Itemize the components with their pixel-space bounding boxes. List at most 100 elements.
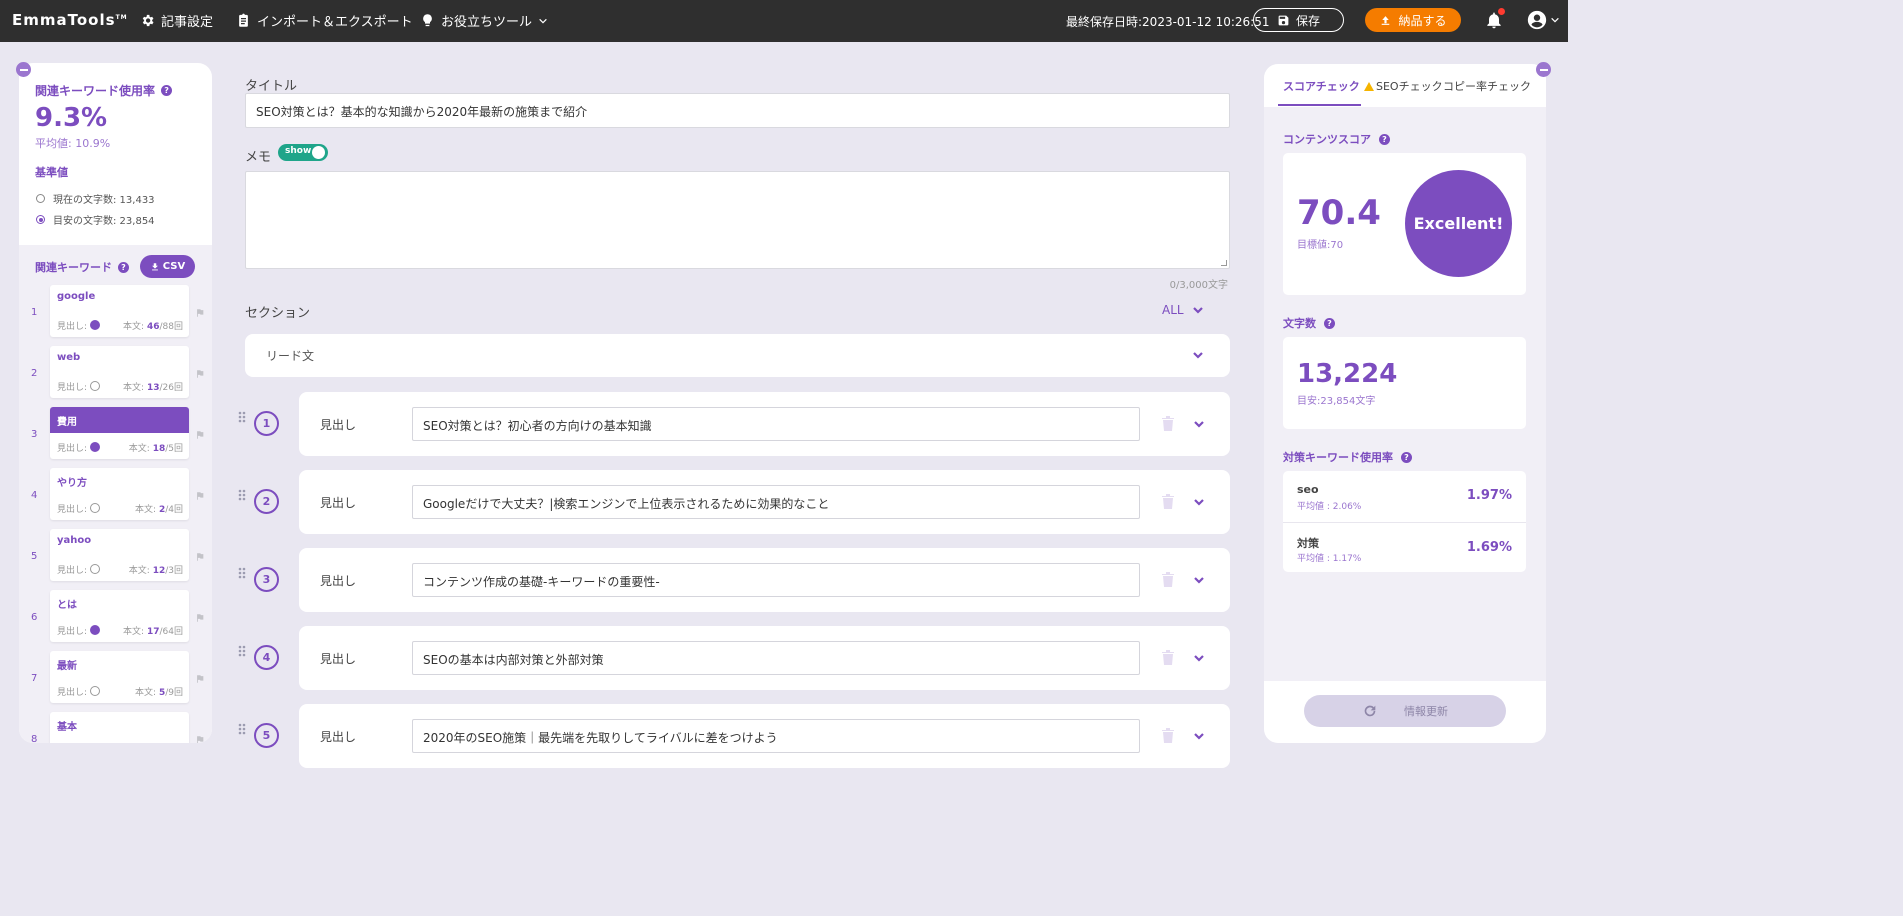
resize-handle[interactable] — [1221, 260, 1227, 266]
target-keyword-rate: 1.97% — [1466, 488, 1512, 503]
tab-seo-check[interactable]: SEOチェック — [1364, 78, 1443, 94]
tab-seo-check-label: SEOチェック — [1376, 80, 1443, 93]
keyword-item[interactable]: 2 web 見出し: 本文: 13/26回 — [19, 346, 212, 402]
notification-bell[interactable] — [1484, 8, 1505, 30]
flag-icon[interactable] — [195, 307, 205, 322]
expand-all-dropdown[interactable]: ALL — [1162, 303, 1204, 317]
memo-show-toggle[interactable]: show — [278, 144, 328, 161]
active-tab-indicator — [1278, 104, 1361, 106]
help-icon[interactable]: ? — [1324, 317, 1335, 329]
tab-copy-check[interactable]: コピー率チェック — [1443, 78, 1531, 94]
drag-handle-icon[interactable] — [238, 489, 246, 505]
heading-input[interactable]: SEOの基本は内部対策と外部対策 — [412, 641, 1140, 675]
nav-article-settings[interactable]: 記事設定 — [140, 11, 213, 30]
flag-icon[interactable] — [195, 368, 205, 383]
trash-icon[interactable] — [1161, 415, 1175, 435]
chevron-down-icon[interactable] — [1193, 652, 1205, 664]
keyword-card[interactable]: 基本 — [50, 712, 189, 743]
usage-average: 平均値: 10.9% — [35, 137, 111, 150]
keyword-card[interactable]: yahoo 見出し: 本文: 12/3回 — [50, 529, 189, 581]
flag-icon[interactable] — [195, 612, 205, 627]
account-menu[interactable] — [1526, 9, 1560, 31]
download-icon — [151, 262, 158, 270]
keyword-item[interactable]: 7 最新 見出し: 本文: 5/9回 — [19, 651, 212, 707]
radio-target[interactable] — [36, 215, 45, 224]
trash-icon[interactable] — [1161, 649, 1175, 669]
option-current-length[interactable]: 現在の文字数: 13,433 — [36, 191, 155, 206]
keyword-card[interactable]: web 見出し: 本文: 13/26回 — [50, 346, 189, 398]
collapse-left-panel-button[interactable] — [16, 62, 31, 77]
chevron-down-icon[interactable] — [1193, 496, 1205, 508]
keyword-card[interactable]: 費用 見出し: 本文: 18/5回 — [50, 407, 189, 459]
heading-input[interactable]: コンテンツ作成の基礎-キーワードの重要性- — [412, 563, 1140, 597]
chevron-down-icon — [1551, 17, 1559, 23]
drag-handle-icon[interactable] — [238, 723, 246, 739]
flag-icon[interactable] — [195, 551, 205, 566]
keyword-item[interactable]: 1 google 見出し: 本文: 46/88回 — [19, 285, 212, 341]
keyword-body-count: 本文: 13/26回 — [123, 380, 183, 393]
tab-score-check[interactable]: スコアチェック — [1283, 78, 1360, 94]
flag-icon[interactable] — [195, 429, 205, 444]
csv-download-button[interactable]: CSV — [140, 255, 195, 278]
heading-input[interactable]: 2020年のSEO施策｜最先端を先取りしてライバルに差をつけよう — [412, 719, 1140, 753]
radio-current[interactable] — [36, 194, 45, 203]
chevron-down-icon[interactable] — [1193, 730, 1205, 742]
keyword-stats: 見出し: 本文: 46/88回 — [57, 319, 183, 332]
title-input[interactable]: SEO対策とは？基本的な知識から2020年最新の施策まで紹介 — [245, 93, 1230, 128]
trash-icon[interactable] — [1161, 727, 1175, 747]
help-icon[interactable]: ? — [118, 261, 129, 273]
notification-badge — [1498, 8, 1505, 15]
check-circle-icon — [89, 686, 100, 696]
flag-icon[interactable] — [195, 734, 205, 743]
save-button-label: 保存 — [1295, 13, 1320, 28]
body-count-label: 本文: — [128, 444, 150, 454]
chevron-down-icon[interactable] — [1192, 349, 1204, 361]
keyword-item[interactable]: 8 基本 — [19, 712, 212, 743]
trash-icon[interactable] — [1161, 571, 1175, 591]
keyword-item[interactable]: 6 とは 見出し: 本文: 17/64回 — [19, 590, 212, 646]
nav-tools-dropdown[interactable]: お役立ちツール — [420, 11, 548, 30]
heading-input[interactable]: Googleだけで大丈夫？|検索エンジンで上位表示されるために効果的なこと — [412, 485, 1140, 519]
help-icon[interactable]: ? — [1379, 133, 1390, 145]
keyword-name: google — [57, 291, 96, 302]
nav-import-export-label: インポート＆エクスポート — [257, 15, 413, 30]
keyword-rank: 7 — [31, 673, 38, 684]
deliver-button[interactable]: 納品する — [1365, 8, 1461, 32]
app-logo[interactable]: EmmaToolsTM — [12, 11, 128, 29]
option-target-length[interactable]: 目安の文字数: 23,854 — [36, 212, 155, 227]
chevron-down-icon[interactable] — [1193, 574, 1205, 586]
keyword-item[interactable]: 4 やり方 見出し: 本文: 2/4回 — [19, 468, 212, 524]
target-keyword-card: seo 平均値 : 2.06% 1.97% 対策 平均値 : 1.17% 1.6… — [1283, 471, 1526, 572]
drag-handle-icon[interactable] — [238, 567, 246, 583]
body-count-value: 46 — [146, 322, 160, 332]
help-icon[interactable]: ? — [1401, 451, 1412, 463]
keyword-card[interactable]: やり方 見出し: 本文: 2/4回 — [50, 468, 189, 520]
memo-textarea[interactable] — [245, 171, 1230, 269]
keyword-card[interactable]: google 見出し: 本文: 46/88回 — [50, 285, 189, 337]
nav-article-settings-label: 記事設定 — [161, 15, 214, 30]
lead-section[interactable]: リード文 — [245, 334, 1230, 377]
body-count-value: 13 — [146, 383, 160, 393]
keyword-card[interactable]: とは 見出し: 本文: 17/64回 — [50, 590, 189, 642]
heading-status-label: 見出し: — [57, 566, 88, 576]
nav-import-export[interactable]: インポート＆エクスポート — [236, 11, 413, 30]
keyword-item[interactable]: 3 費用 見出し: 本文: 18/5回 — [19, 407, 212, 463]
refresh-button[interactable]: 情報更新 — [1304, 695, 1506, 727]
target-keyword-header: 対策キーワード使用率 ? — [1283, 449, 1412, 465]
body-count-value: 12 — [152, 566, 166, 576]
check-circle-icon — [89, 381, 100, 391]
chevron-down-icon[interactable] — [1193, 418, 1205, 430]
drag-handle-icon[interactable] — [238, 645, 246, 661]
keyword-card[interactable]: 最新 見出し: 本文: 5/9回 — [50, 651, 189, 703]
help-icon[interactable]: ? — [161, 85, 173, 96]
trash-icon[interactable] — [1161, 493, 1175, 513]
heading-input[interactable]: SEO対策とは？初心者の方向けの基本知識 — [412, 407, 1140, 441]
clipboard-icon — [239, 13, 248, 27]
flag-icon[interactable] — [195, 673, 205, 688]
keyword-item[interactable]: 5 yahoo 見出し: 本文: 12/3回 — [19, 529, 212, 585]
drag-handle-icon[interactable] — [238, 411, 246, 427]
body-count-target: /88回 — [159, 322, 184, 332]
flag-icon[interactable] — [195, 490, 205, 505]
collapse-right-panel-button[interactable] — [1536, 62, 1551, 77]
save-button[interactable]: 保存 — [1253, 8, 1344, 32]
